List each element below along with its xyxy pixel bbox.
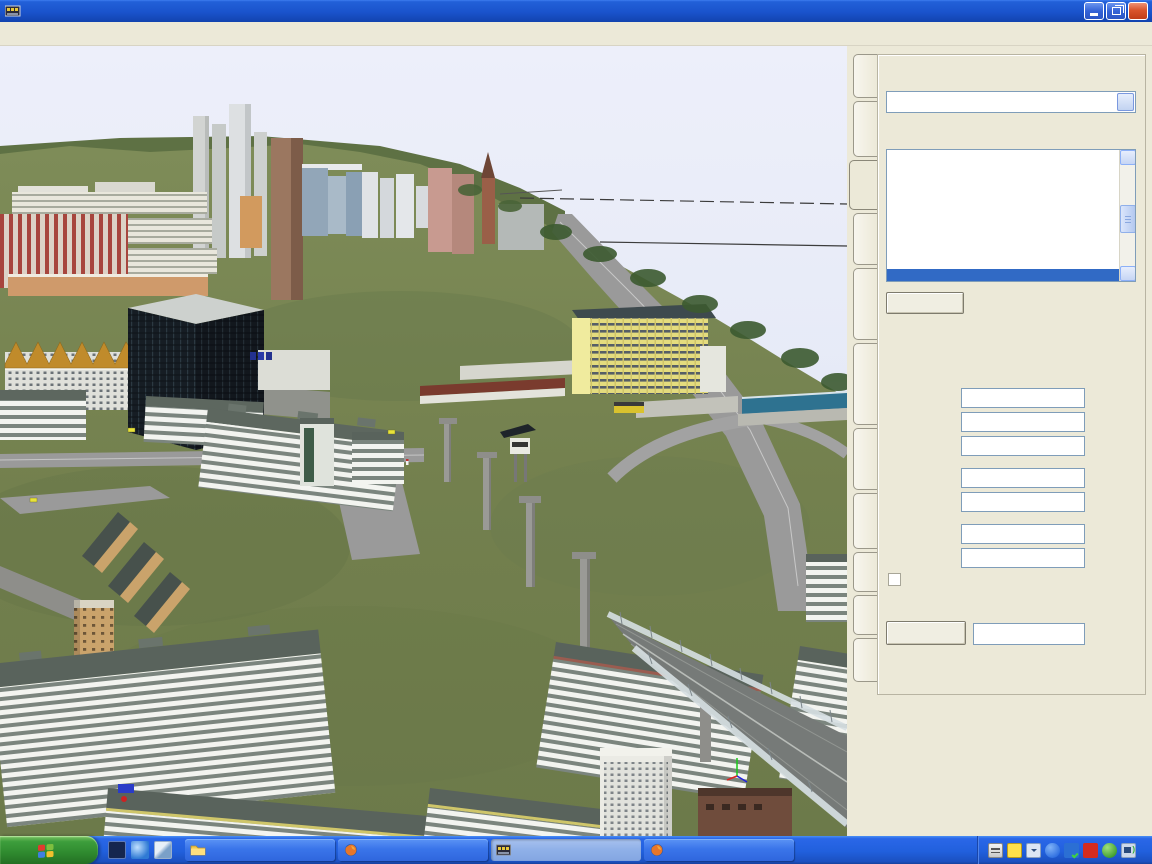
system-tray: ) <box>977 836 1152 864</box>
list-item[interactable] <box>887 190 1119 203</box>
keyboard-icon[interactable] <box>988 843 1003 858</box>
internet-explorer-icon[interactable] <box>131 841 149 859</box>
mirror-checkbox[interactable] <box>888 573 907 586</box>
folder-icon <box>190 843 206 857</box>
ati-tray-icon[interactable] <box>1083 843 1098 858</box>
kmplayer-icon[interactable] <box>108 841 126 859</box>
messenger-tray-icon[interactable] <box>1102 843 1117 858</box>
combo-dropdown-icon[interactable] <box>1117 93 1134 111</box>
menu-ai-traffic[interactable] <box>23 31 41 37</box>
windows-flag-icon <box>38 843 55 858</box>
tab-signal-rts[interactable] <box>853 493 877 549</box>
list-item-selected[interactable] <box>887 269 1119 282</box>
menu-extras[interactable] <box>59 31 77 37</box>
minimize-button[interactable] <box>1084 2 1104 20</box>
restore-button[interactable] <box>1106 2 1126 20</box>
tab-splines[interactable] <box>849 160 877 210</box>
scroll-down-icon[interactable] <box>1120 266 1136 281</box>
mirror-checkbox-box[interactable] <box>888 573 901 586</box>
window-titlebar[interactable] <box>0 0 1152 22</box>
gradient-start-input[interactable] <box>961 468 1085 488</box>
firefox-icon <box>343 843 359 857</box>
tab-envir[interactable] <box>853 595 877 635</box>
tab-objects[interactable] <box>853 101 877 157</box>
list-scrollbar[interactable] <box>1119 150 1135 281</box>
task-omsi-app[interactable] <box>491 839 641 861</box>
tab-prior[interactable] <box>853 552 877 592</box>
menu-bar <box>0 22 1152 46</box>
complete-to-input[interactable] <box>973 623 1085 645</box>
network-tray-icon[interactable]: ) <box>1121 843 1136 858</box>
task-omsi-folder[interactable] <box>185 839 335 861</box>
menu-helpers[interactable] <box>41 31 59 37</box>
list-item[interactable] <box>887 216 1119 229</box>
list-item[interactable] <box>887 203 1119 216</box>
close-button[interactable] <box>1128 2 1148 20</box>
load-button[interactable] <box>886 292 964 314</box>
spline-types-listbox[interactable] <box>886 149 1136 282</box>
sync-tray-icon[interactable] <box>1064 843 1079 858</box>
ime-help-icon[interactable] <box>1007 843 1022 858</box>
list-item[interactable] <box>887 242 1119 255</box>
task-firefox-download[interactable] <box>644 839 794 861</box>
tab-terrain[interactable] <box>853 213 877 265</box>
editor-panel <box>847 46 1152 836</box>
quick-launch <box>98 841 183 859</box>
tab-traffic-rules[interactable] <box>853 268 877 340</box>
cant-start-input[interactable] <box>961 524 1085 544</box>
list-item[interactable] <box>887 150 1119 163</box>
omsi-bus-icon <box>496 843 512 857</box>
radius-input[interactable] <box>961 436 1085 456</box>
complete-to-button[interactable] <box>886 621 966 645</box>
angel-input[interactable] <box>961 412 1085 432</box>
list-item[interactable] <box>887 229 1119 242</box>
tab-tile[interactable] <box>853 54 877 98</box>
cant-end-input[interactable] <box>961 548 1085 568</box>
tab-tracks-trips[interactable] <box>853 343 877 425</box>
scroll-up-icon[interactable] <box>1120 150 1136 165</box>
hide-icons-chevron-icon[interactable] <box>1045 843 1060 858</box>
firefox-icon <box>649 843 665 857</box>
length-input[interactable] <box>961 388 1085 408</box>
list-item[interactable] <box>887 256 1119 269</box>
app-bus-icon <box>5 4 21 18</box>
list-item[interactable] <box>887 176 1119 189</box>
language-bar-icon[interactable] <box>1026 843 1041 858</box>
start-button[interactable] <box>0 836 98 864</box>
list-item[interactable] <box>887 163 1119 176</box>
desktop: ) <box>0 0 1152 864</box>
splines-tab-page <box>877 54 1146 695</box>
tab-debug[interactable] <box>853 638 877 682</box>
task-firefox-page[interactable] <box>338 839 488 861</box>
scene-svg <box>0 46 847 836</box>
menu-map[interactable] <box>5 31 23 37</box>
media-player-icon[interactable] <box>154 841 172 859</box>
viewport-3d[interactable] <box>0 46 847 836</box>
spline-combobox[interactable] <box>886 91 1136 113</box>
taskbar: ) <box>0 836 1152 864</box>
tab-spline-exp[interactable] <box>853 428 877 490</box>
gradient-end-input[interactable] <box>961 492 1085 512</box>
scroll-thumb[interactable] <box>1120 205 1136 233</box>
panel-tabstrip <box>849 54 877 682</box>
